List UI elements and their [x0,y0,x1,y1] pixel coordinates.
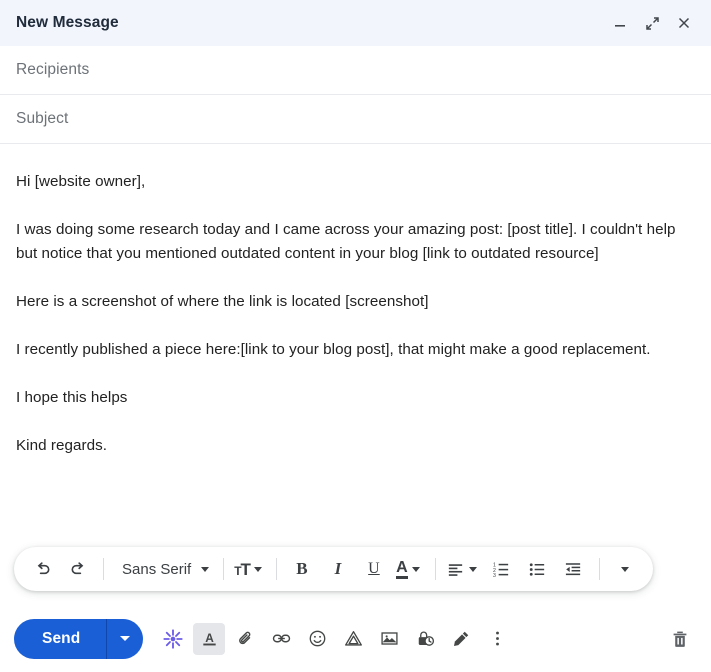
gemini-help-me-write-icon [162,628,184,650]
insert-emoji-button[interactable] [301,623,333,655]
chevron-down-icon [468,566,477,572]
svg-text:A: A [205,631,214,645]
compose-action-bar: Send A [0,605,711,672]
chevron-down-icon [411,566,420,572]
chevron-down-icon [201,566,210,572]
body-paragraph: Hi [website owner], [16,173,146,190]
toolbar-divider [103,558,104,580]
bold-button[interactable]: B [284,553,320,585]
window-controls [605,8,699,38]
insert-photo-icon [380,629,399,648]
formatting-toolbar-wrapper: Sans Serif TT B I U A 1 2 3 [14,547,653,591]
body-paragraph: Kind regards. [16,437,107,454]
undo-button[interactable] [24,553,60,585]
chevron-down-icon [620,566,629,572]
bulleted-list-button[interactable] [520,553,556,585]
trash-icon [670,629,690,649]
more-options-icon [488,629,507,648]
undo-icon [33,560,52,579]
chevron-down-icon [253,566,262,572]
toolbar-divider [598,558,600,580]
formatting-options-button[interactable]: A [193,622,226,655]
confidential-mode-button[interactable] [409,623,441,655]
insert-link-button[interactable] [265,623,297,655]
toolbar-divider [434,558,436,580]
page-title: New Message [16,14,119,31]
insert-drive-file-icon [344,629,363,648]
send-label: Send [42,629,81,647]
body-paragraph: I was doing some research today and I ca… [16,221,676,262]
send-button-group[interactable]: Send [14,618,144,659]
minimize-button[interactable] [605,8,635,38]
align-button[interactable] [443,553,484,585]
text-color-icon: A [396,559,408,579]
subject-placeholder: Subject [16,110,69,127]
numbered-list-icon: 1 2 3 [492,560,511,579]
insert-signature-icon [452,629,471,648]
font-family-value: Sans Serif [122,560,192,578]
redo-button[interactable] [60,553,96,585]
toolbar-divider [275,558,277,580]
underline-icon: U [368,560,380,577]
send-button[interactable]: Send [14,619,106,659]
confidential-mode-icon [416,629,435,648]
indent-less-button[interactable] [556,553,592,585]
compose-tool-icons: A [157,622,513,655]
insert-photo-button[interactable] [373,623,405,655]
recipients-field[interactable]: Recipients [0,46,711,95]
underline-button[interactable]: U [356,553,392,585]
subject-field[interactable]: Subject [0,95,711,144]
close-button[interactable] [669,8,699,38]
body-paragraph: Here is a screenshot of where the link i… [16,293,429,310]
body-paragraph: I recently published a piece here:[link … [16,341,651,358]
svg-text:3: 3 [493,573,496,579]
minimize-icon [612,15,628,31]
font-size-icon: TT [234,559,251,579]
expand-icon [644,15,661,32]
bulleted-list-icon [528,560,547,579]
bold-icon: B [296,559,308,578]
text-color-button[interactable]: A [392,553,428,585]
italic-icon: I [334,559,342,578]
expand-button[interactable] [637,8,667,38]
close-icon [676,15,692,31]
recipients-placeholder: Recipients [16,61,90,78]
insert-drive-file-button[interactable] [337,623,369,655]
insert-link-icon [272,629,291,648]
attach-file-button[interactable] [229,623,261,655]
more-formatting-button[interactable] [607,553,643,585]
insert-emoji-icon [308,629,327,648]
chevron-down-icon [120,636,131,641]
more-options-button[interactable] [481,623,513,655]
indent-less-icon [564,560,583,579]
gemini-help-me-write-button[interactable] [157,623,189,655]
formatting-options-icon: A [200,629,219,648]
insert-signature-button[interactable] [445,623,477,655]
font-size-select[interactable]: TT [231,553,269,585]
compose-window-header: New Message [0,0,711,46]
font-family-select[interactable]: Sans Serif [111,553,216,585]
send-options-button[interactable] [107,619,143,659]
discard-draft-button[interactable] [663,622,697,656]
formatting-toolbar: Sans Serif TT B I U A 1 2 3 [14,547,653,591]
message-body[interactable]: Hi [website owner], I was doing some res… [0,144,711,527]
italic-button[interactable]: I [320,553,356,585]
toolbar-divider [223,558,225,580]
body-paragraph: I hope this helps [16,389,128,406]
numbered-list-button[interactable]: 1 2 3 [484,553,520,585]
redo-icon [69,560,88,579]
attach-file-icon [236,629,255,648]
align-left-icon [446,560,465,579]
